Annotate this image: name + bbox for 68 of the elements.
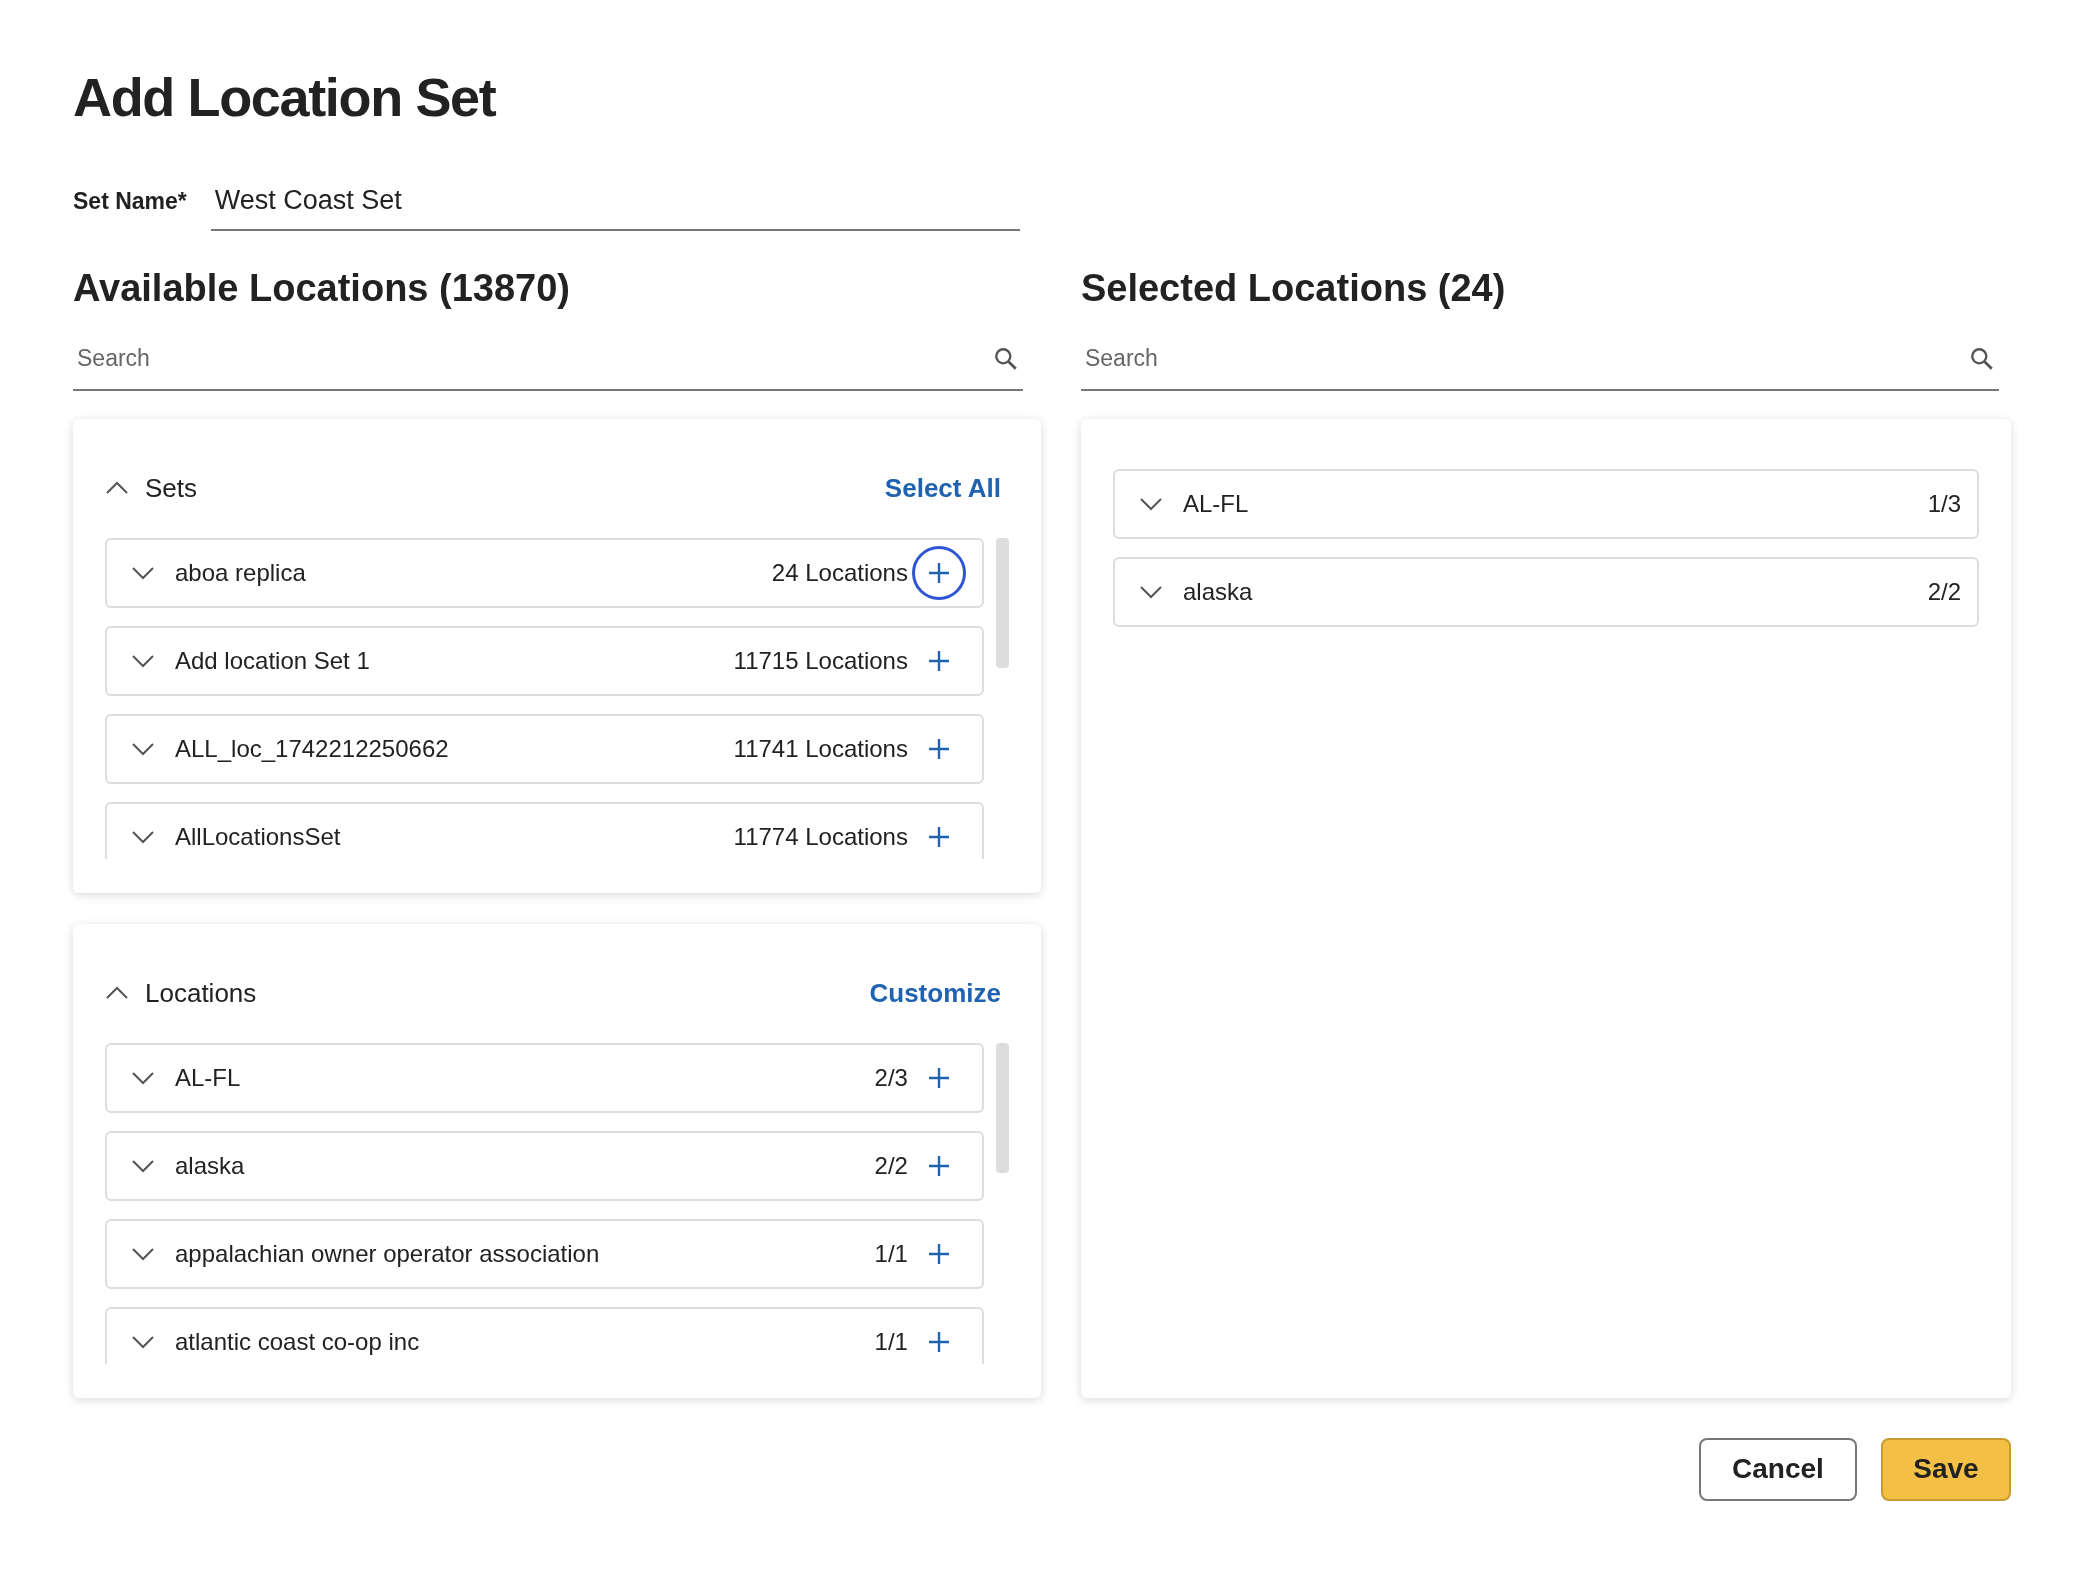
item-count: 11774 Locations [733,821,908,852]
section-title: Sets [145,471,199,505]
chevron-down-icon[interactable] [131,1158,155,1173]
item-name: alaska [175,1150,246,1181]
list-item[interactable]: AL-FL 1/3 [1112,468,1979,539]
save-button[interactable]: Save [1881,1437,2011,1501]
scrollbar[interactable] [995,537,1009,668]
plus-icon [927,561,950,584]
section-link[interactable]: Customize [869,973,1001,1013]
cancel-button[interactable]: Cancel [1699,1437,1857,1501]
dialog-title: Add Location Set [73,70,497,124]
add-button[interactable] [911,545,966,600]
column-heading: Selected Locations (24) [1080,268,1507,307]
item-name: AllLocationsSet [175,821,342,852]
scrollbar[interactable] [995,1042,1009,1173]
list-item[interactable]: ALL_loc_1742212250662 11741 Locations [105,713,984,784]
column-heading: Available Locations (13870) [73,268,571,307]
chevron-down-icon[interactable] [131,829,155,844]
field-label: Set Name* [73,187,187,216]
set-name-field[interactable]: West Coast Set [210,180,1020,231]
item-count: 1/3 [1927,488,1961,519]
plus-icon [927,1330,950,1353]
item-name: Add location Set 1 [175,645,371,676]
search-icon[interactable] [993,345,1019,372]
plus-icon [927,1066,950,1089]
item-count: 24 Locations [771,557,908,588]
plus-icon [927,1154,950,1177]
list-item[interactable]: alaska 2/2 [1112,556,1979,627]
item-name: AL-FL [1182,488,1250,519]
item-name: ALL_loc_1742212250662 [175,733,450,764]
list-item[interactable]: atlantic coast co-op inc 1/1 [105,1306,984,1364]
item-count: 2/3 [874,1062,908,1093]
item-count: 2/2 [1927,576,1961,607]
plus-icon [927,1242,950,1265]
list-item[interactable]: appalachian owner operator association 1/1 [105,1218,984,1289]
list-item[interactable]: aboa replica 24 Locations [105,537,984,608]
item-name: alaska [1182,576,1254,607]
chevron-down-icon[interactable] [131,1334,155,1349]
item-count: 1/1 [874,1326,908,1357]
list-item[interactable]: Add location Set 1 11715 Locations [105,625,984,696]
plus-icon [927,649,950,672]
section-title: Locations [145,976,258,1010]
search-field[interactable]: Search [77,341,993,376]
chevron-down-icon[interactable] [1138,496,1163,511]
item-count: 11741 Locations [733,733,908,764]
item-count: 11715 Locations [733,645,908,676]
list-item[interactable]: AL-FL 2/3 [105,1042,984,1113]
list-item[interactable]: AllLocationsSet 11774 Locations [105,801,984,859]
chevron-down-icon[interactable] [131,741,155,756]
search-field[interactable]: Search [1084,341,1969,376]
chevron-up-icon[interactable] [105,986,129,1000]
item-name: atlantic coast co-op inc [175,1326,421,1357]
plus-icon [927,737,950,760]
plus-icon [927,825,950,848]
item-name: aboa replica [175,557,307,588]
item-name: AL-FL [175,1062,242,1093]
item-count: 1/1 [874,1238,908,1269]
chevron-down-icon[interactable] [131,1246,155,1261]
list-item[interactable]: alaska 2/2 [105,1130,984,1201]
chevron-up-icon[interactable] [105,481,129,495]
item-count: 2/2 [874,1150,908,1181]
section-link[interactable]: Select All [884,468,1001,508]
chevron-down-icon[interactable] [1138,584,1163,599]
chevron-down-icon[interactable] [131,565,155,580]
chevron-down-icon[interactable] [131,1070,155,1085]
chevron-down-icon[interactable] [131,653,155,668]
search-icon[interactable] [1968,345,1995,372]
item-name: appalachian owner operator association [175,1238,601,1269]
